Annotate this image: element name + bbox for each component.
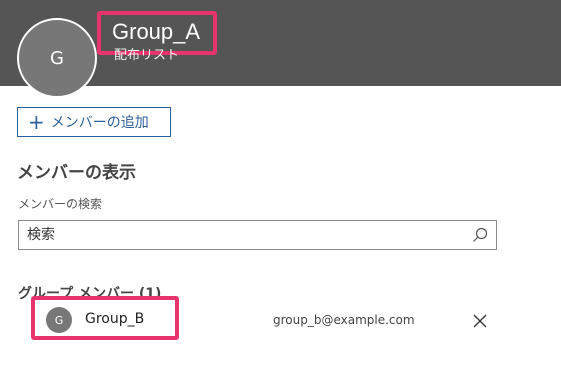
members-section-title: メンバーの表示: [17, 163, 136, 183]
search-icon[interactable]: [472, 227, 488, 243]
search-input[interactable]: [19, 221, 459, 249]
group-avatar: G: [17, 18, 97, 98]
group-type-label: 配布リスト: [114, 48, 180, 63]
add-member-label: メンバーの追加: [50, 115, 149, 131]
add-member-button[interactable]: + メンバーの追加: [17, 107, 171, 137]
member-email: group_b@example.com: [273, 313, 415, 327]
remove-member-icon[interactable]: [473, 314, 487, 328]
search-label: メンバーの検索: [18, 197, 103, 211]
member-highlight-box: [31, 296, 179, 340]
search-box[interactable]: [18, 220, 497, 250]
plus-icon: +: [28, 110, 45, 134]
